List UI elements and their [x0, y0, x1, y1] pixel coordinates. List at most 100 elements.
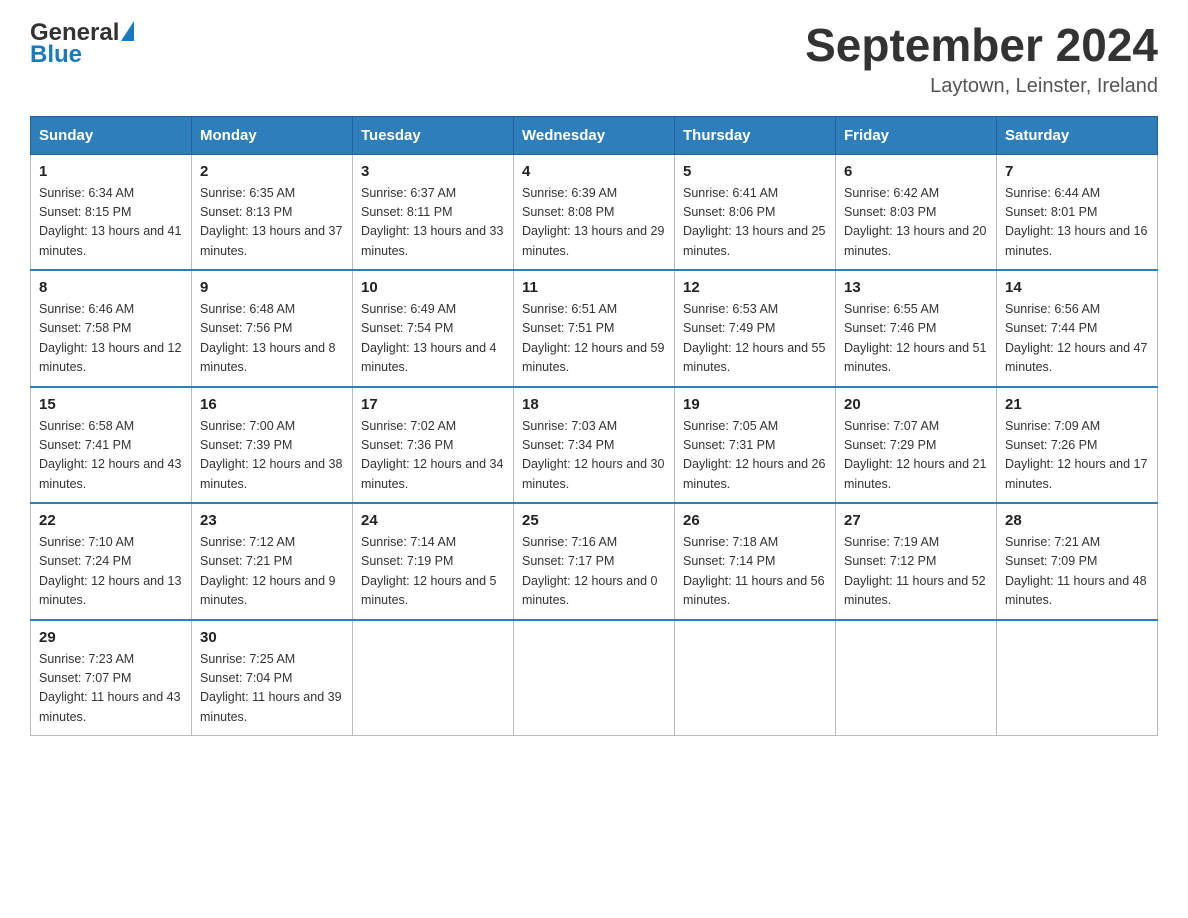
calendar-cell: 11 Sunrise: 6:51 AMSunset: 7:51 PMDayligh… — [514, 270, 675, 387]
header: General Blue September 2024 Laytown, Lei… — [30, 20, 1158, 98]
weekday-header-monday: Monday — [192, 116, 353, 154]
weekday-header-saturday: Saturday — [997, 116, 1158, 154]
day-info: Sunrise: 6:35 AMSunset: 8:13 PMDaylight:… — [200, 184, 344, 262]
calendar-cell: 18 Sunrise: 7:03 AMSunset: 7:34 PMDayligh… — [514, 387, 675, 504]
calendar-week-row: 29 Sunrise: 7:23 AMSunset: 7:07 PMDayligh… — [31, 620, 1158, 736]
calendar-cell — [836, 620, 997, 736]
day-number: 9 — [200, 279, 344, 296]
calendar-cell: 16 Sunrise: 7:00 AMSunset: 7:39 PMDayligh… — [192, 387, 353, 504]
day-number: 14 — [1005, 279, 1149, 296]
day-number: 22 — [39, 512, 183, 529]
day-info: Sunrise: 7:18 AMSunset: 7:14 PMDaylight:… — [683, 533, 827, 611]
weekday-header-tuesday: Tuesday — [353, 116, 514, 154]
day-info: Sunrise: 6:39 AMSunset: 8:08 PMDaylight:… — [522, 184, 666, 262]
day-number: 5 — [683, 163, 827, 180]
day-info: Sunrise: 6:44 AMSunset: 8:01 PMDaylight:… — [1005, 184, 1149, 262]
weekday-header-friday: Friday — [836, 116, 997, 154]
day-number: 15 — [39, 396, 183, 413]
weekday-header-wednesday: Wednesday — [514, 116, 675, 154]
day-info: Sunrise: 7:25 AMSunset: 7:04 PMDaylight:… — [200, 650, 344, 728]
day-number: 30 — [200, 629, 344, 646]
calendar-cell: 29 Sunrise: 7:23 AMSunset: 7:07 PMDayligh… — [31, 620, 192, 736]
page: General Blue September 2024 Laytown, Lei… — [0, 0, 1188, 756]
day-info: Sunrise: 6:49 AMSunset: 7:54 PMDaylight:… — [361, 300, 505, 378]
day-number: 1 — [39, 163, 183, 180]
day-info: Sunrise: 6:56 AMSunset: 7:44 PMDaylight:… — [1005, 300, 1149, 378]
day-number: 18 — [522, 396, 666, 413]
calendar-cell: 17 Sunrise: 7:02 AMSunset: 7:36 PMDayligh… — [353, 387, 514, 504]
day-info: Sunrise: 7:03 AMSunset: 7:34 PMDaylight:… — [522, 417, 666, 495]
day-info: Sunrise: 6:46 AMSunset: 7:58 PMDaylight:… — [39, 300, 183, 378]
month-title: September 2024 — [805, 20, 1158, 71]
day-number: 10 — [361, 279, 505, 296]
day-info: Sunrise: 6:51 AMSunset: 7:51 PMDaylight:… — [522, 300, 666, 378]
calendar-cell: 5Sunrise: 6:41 AMSunset: 8:06 PMDaylight… — [675, 154, 836, 270]
calendar-cell: 14 Sunrise: 6:56 AMSunset: 7:44 PMDayligh… — [997, 270, 1158, 387]
day-number: 8 — [39, 279, 183, 296]
day-number: 4 — [522, 163, 666, 180]
day-number: 2 — [200, 163, 344, 180]
day-info: Sunrise: 6:58 AMSunset: 7:41 PMDaylight:… — [39, 417, 183, 495]
day-info: Sunrise: 7:02 AMSunset: 7:36 PMDaylight:… — [361, 417, 505, 495]
calendar-cell — [997, 620, 1158, 736]
day-number: 3 — [361, 163, 505, 180]
calendar-cell: 10 Sunrise: 6:49 AMSunset: 7:54 PMDayligh… — [353, 270, 514, 387]
day-info: Sunrise: 7:07 AMSunset: 7:29 PMDaylight:… — [844, 417, 988, 495]
day-number: 29 — [39, 629, 183, 646]
day-info: Sunrise: 6:37 AMSunset: 8:11 PMDaylight:… — [361, 184, 505, 262]
calendar-cell — [353, 620, 514, 736]
logo-arrow-icon — [121, 21, 134, 41]
day-info: Sunrise: 7:05 AMSunset: 7:31 PMDaylight:… — [683, 417, 827, 495]
calendar-cell: 21 Sunrise: 7:09 AMSunset: 7:26 PMDayligh… — [997, 387, 1158, 504]
calendar-cell: 15 Sunrise: 6:58 AMSunset: 7:41 PMDayligh… — [31, 387, 192, 504]
day-info: Sunrise: 7:00 AMSunset: 7:39 PMDaylight:… — [200, 417, 344, 495]
calendar-cell: 13 Sunrise: 6:55 AMSunset: 7:46 PMDayligh… — [836, 270, 997, 387]
weekday-header-thursday: Thursday — [675, 116, 836, 154]
day-info: Sunrise: 6:42 AMSunset: 8:03 PMDaylight:… — [844, 184, 988, 262]
calendar-cell: 6 Sunrise: 6:42 AMSunset: 8:03 PMDaylight… — [836, 154, 997, 270]
calendar-cell: 1 Sunrise: 6:34 AMSunset: 8:15 PMDaylight… — [31, 154, 192, 270]
calendar-week-row: 8 Sunrise: 6:46 AMSunset: 7:58 PMDaylight… — [31, 270, 1158, 387]
calendar-cell: 22Sunrise: 7:10 AMSunset: 7:24 PMDayligh… — [31, 503, 192, 620]
day-number: 25 — [522, 512, 666, 529]
day-number: 6 — [844, 163, 988, 180]
calendar-cell: 30 Sunrise: 7:25 AMSunset: 7:04 PMDayligh… — [192, 620, 353, 736]
calendar-week-row: 15 Sunrise: 6:58 AMSunset: 7:41 PMDayligh… — [31, 387, 1158, 504]
calendar-week-row: 1 Sunrise: 6:34 AMSunset: 8:15 PMDaylight… — [31, 154, 1158, 270]
day-number: 16 — [200, 396, 344, 413]
day-number: 21 — [1005, 396, 1149, 413]
day-number: 23 — [200, 512, 344, 529]
logo: General Blue — [30, 20, 134, 69]
calendar-cell: 25Sunrise: 7:16 AMSunset: 7:17 PMDayligh… — [514, 503, 675, 620]
day-info: Sunrise: 6:55 AMSunset: 7:46 PMDaylight:… — [844, 300, 988, 378]
calendar-cell: 7 Sunrise: 6:44 AMSunset: 8:01 PMDaylight… — [997, 154, 1158, 270]
calendar-table: SundayMondayTuesdayWednesdayThursdayFrid… — [30, 116, 1158, 737]
weekday-header-sunday: Sunday — [31, 116, 192, 154]
calendar-cell: 27 Sunrise: 7:19 AMSunset: 7:12 PMDayligh… — [836, 503, 997, 620]
logo-text-blue: Blue — [30, 42, 134, 68]
day-info: Sunrise: 7:21 AMSunset: 7:09 PMDaylight:… — [1005, 533, 1149, 611]
day-number: 26 — [683, 512, 827, 529]
day-number: 28 — [1005, 512, 1149, 529]
calendar-cell: 26 Sunrise: 7:18 AMSunset: 7:14 PMDayligh… — [675, 503, 836, 620]
day-number: 27 — [844, 512, 988, 529]
day-number: 11 — [522, 279, 666, 296]
calendar-cell: 4 Sunrise: 6:39 AMSunset: 8:08 PMDaylight… — [514, 154, 675, 270]
day-info: Sunrise: 7:23 AMSunset: 7:07 PMDaylight:… — [39, 650, 183, 728]
day-number: 12 — [683, 279, 827, 296]
day-info: Sunrise: 6:34 AMSunset: 8:15 PMDaylight:… — [39, 184, 183, 262]
day-info: Sunrise: 7:12 AMSunset: 7:21 PMDaylight:… — [200, 533, 344, 611]
calendar-cell: 12 Sunrise: 6:53 AMSunset: 7:49 PMDayligh… — [675, 270, 836, 387]
calendar-cell — [675, 620, 836, 736]
calendar-cell: 24Sunrise: 7:14 AMSunset: 7:19 PMDayligh… — [353, 503, 514, 620]
calendar-cell: 20Sunrise: 7:07 AMSunset: 7:29 PMDayligh… — [836, 387, 997, 504]
location: Laytown, Leinster, Ireland — [805, 75, 1158, 98]
calendar-cell: 2 Sunrise: 6:35 AMSunset: 8:13 PMDaylight… — [192, 154, 353, 270]
day-number: 13 — [844, 279, 988, 296]
day-info: Sunrise: 6:53 AMSunset: 7:49 PMDaylight:… — [683, 300, 827, 378]
day-info: Sunrise: 7:09 AMSunset: 7:26 PMDaylight:… — [1005, 417, 1149, 495]
day-number: 7 — [1005, 163, 1149, 180]
calendar-cell: 23 Sunrise: 7:12 AMSunset: 7:21 PMDayligh… — [192, 503, 353, 620]
day-number: 17 — [361, 396, 505, 413]
day-info: Sunrise: 7:19 AMSunset: 7:12 PMDaylight:… — [844, 533, 988, 611]
